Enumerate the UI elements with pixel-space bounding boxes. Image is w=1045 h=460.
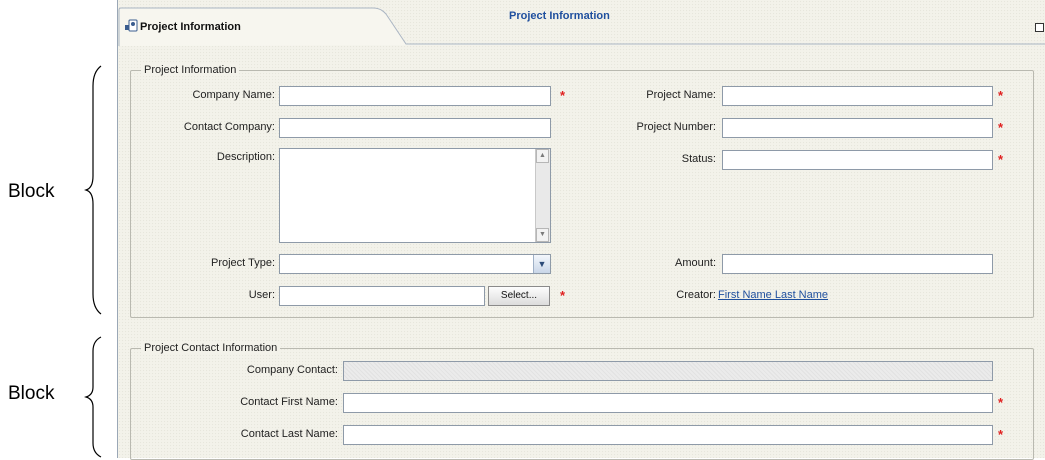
status-field[interactable]	[722, 150, 993, 170]
status-label: Status:	[681, 153, 716, 165]
project-name-field[interactable]	[722, 86, 993, 106]
user-required-mark: *	[560, 288, 566, 303]
block-annotation-2: Block	[8, 383, 55, 404]
project-number-label: Project Number:	[636, 121, 716, 133]
amount-field[interactable]	[722, 254, 993, 274]
block-annotation-1: Block	[8, 181, 55, 202]
contact-first-name-label: Contact First Name:	[240, 396, 338, 408]
contact-first-name-field[interactable]	[343, 393, 993, 413]
contact-company-field[interactable]	[279, 118, 551, 138]
select-user-button[interactable]: Select...	[488, 286, 550, 306]
company-name-required-mark: *	[560, 88, 566, 103]
contact-first-name-required-mark: *	[998, 395, 1004, 410]
company-name-label: Company Name:	[192, 89, 275, 101]
contact-last-name-field[interactable]	[343, 425, 993, 445]
description-label: Description:	[216, 151, 275, 163]
description-scrollbar[interactable]: ▲ ▼	[535, 149, 550, 242]
contact-last-name-required-mark: *	[998, 427, 1004, 442]
company-contact-label: Company Contact:	[246, 364, 338, 376]
project-number-field[interactable]	[722, 118, 993, 138]
tab-center-title: Project Information	[509, 10, 610, 22]
description-field[interactable]: ▲ ▼	[279, 148, 551, 243]
user-label: User:	[248, 289, 275, 301]
scroll-up-icon[interactable]: ▲	[536, 149, 549, 163]
project-icon	[125, 19, 138, 32]
user-field[interactable]	[279, 286, 485, 306]
project-name-required-mark: *	[998, 88, 1004, 103]
creator-link[interactable]: First Name Last Name	[718, 289, 828, 301]
project-type-label: Project Type:	[211, 257, 275, 269]
chevron-down-icon[interactable]: ▼	[533, 255, 550, 273]
company-contact-field	[343, 361, 993, 381]
creator-label: Creator:	[676, 289, 716, 301]
company-name-field[interactable]	[279, 86, 551, 106]
project-information-fieldset: Project Information	[130, 64, 1034, 318]
tab-bar: Project Information Project Information	[118, 0, 1045, 46]
project-number-required-mark: *	[998, 120, 1004, 135]
scroll-down-icon[interactable]: ▼	[536, 228, 549, 242]
contact-company-label: Contact Company:	[183, 121, 275, 133]
project-contact-information-legend: Project Contact Information	[141, 342, 281, 354]
tab-project-information[interactable]: Project Information	[124, 18, 374, 38]
brace-icon-2	[84, 336, 102, 458]
project-information-legend: Project Information	[141, 64, 240, 76]
restore-window-icon[interactable]	[1035, 23, 1044, 32]
project-name-label: Project Name:	[646, 89, 716, 101]
contact-last-name-label: Contact Last Name:	[240, 428, 338, 440]
project-type-select[interactable]: ▼	[279, 254, 551, 274]
amount-label: Amount:	[675, 257, 716, 269]
project-information-panel: Project Information Project Information …	[117, 0, 1045, 460]
status-required-mark: *	[998, 152, 1004, 167]
brace-icon-1	[84, 65, 102, 315]
tab-title: Project Information	[140, 21, 241, 33]
